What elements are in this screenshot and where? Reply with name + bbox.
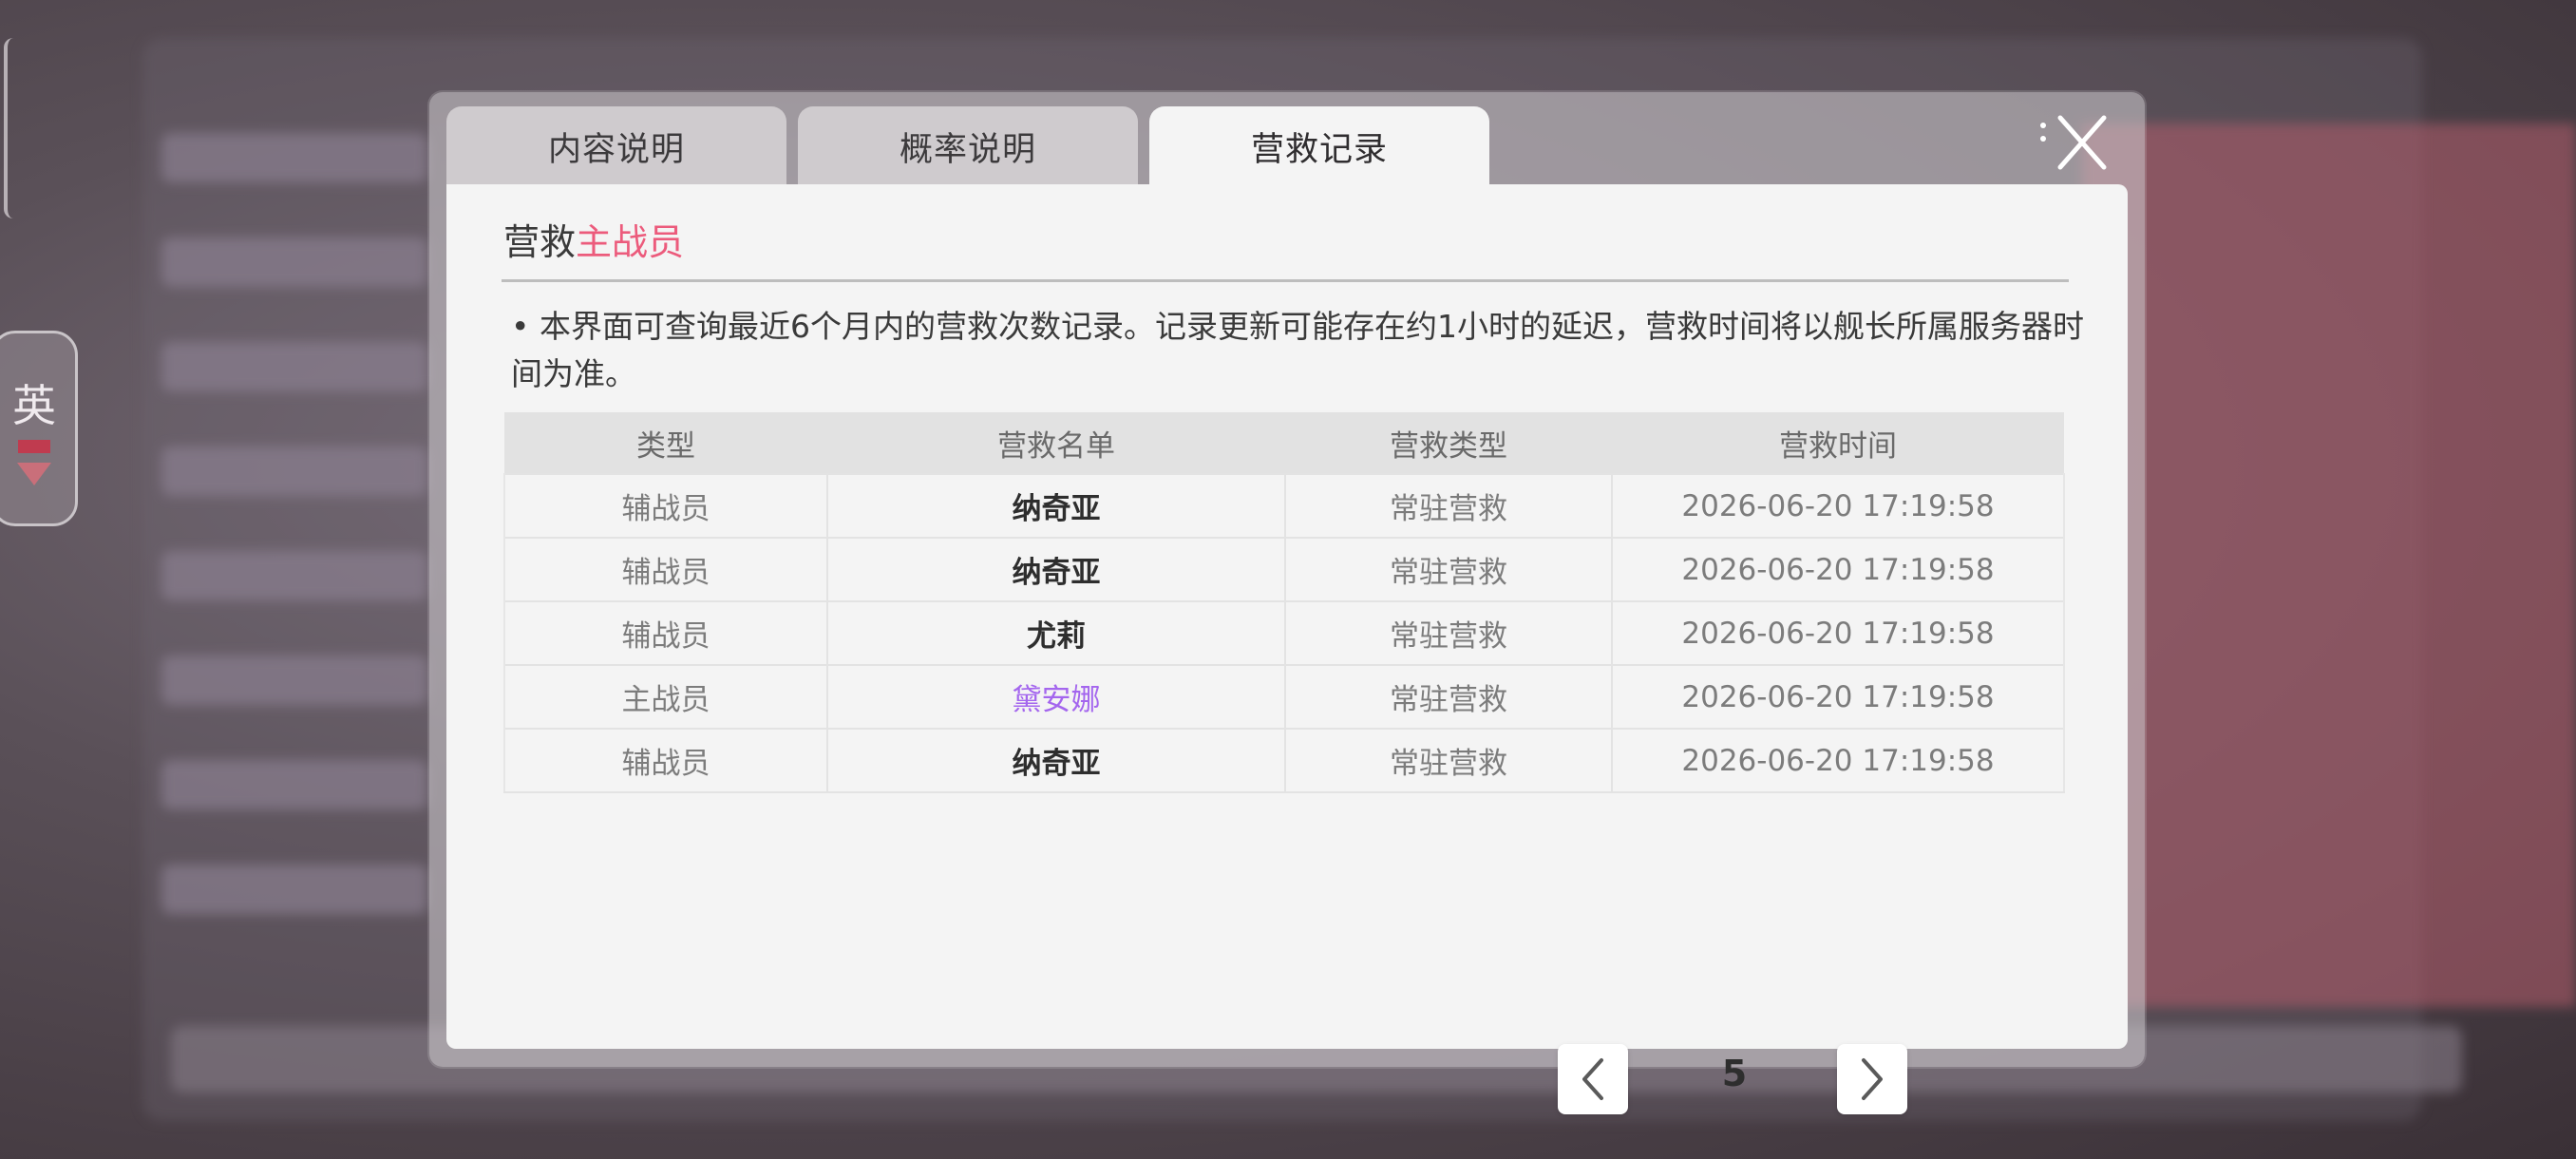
header-type: 类型 — [504, 412, 827, 474]
side-widget-tag — [18, 440, 50, 453]
next-page-button[interactable] — [1837, 1044, 1907, 1114]
header-rescue-type: 营救类型 — [1285, 412, 1612, 474]
close-button[interactable] — [2035, 109, 2111, 176]
side-widget-glyph: 英 — [12, 380, 56, 431]
tab-content-description[interactable]: 内容说明 — [446, 106, 786, 186]
record-note: • 本界面可查询最近6个月内的营救次数记录。记录更新可能存在约1小时的延迟，营救… — [511, 308, 2084, 392]
page-number: 5 — [1721, 1053, 1748, 1094]
close-icon — [2040, 115, 2107, 170]
cell-rescue-type: 常驻营救 — [1284, 728, 1612, 793]
cell-rescue-type: 常驻营救 — [1284, 537, 1612, 601]
section-divider — [502, 279, 2069, 282]
cell-name: 纳奇亚 — [826, 473, 1285, 538]
table-row: 辅战员 纳奇亚 常驻营救 2026-06-20 17:19:58 — [503, 473, 2065, 538]
table-header-row: 类型 营救名单 营救类型 营救时间 — [504, 412, 2064, 474]
table-row: 辅战员 纳奇亚 常驻营救 2026-06-20 17:19:58 — [503, 537, 2065, 601]
cell-time: 2026-06-20 17:19:58 — [1611, 600, 2065, 665]
cell-name: 纳奇亚 — [826, 728, 1285, 793]
cell-rescue-type: 常驻营救 — [1284, 473, 1612, 538]
rescue-record-dialog: 内容说明 概率说明 营救记录 营救主战员 • 本界面可查询最近6个月内的营救次数… — [429, 92, 2145, 1114]
header-rescue-list: 营救名单 — [827, 412, 1285, 474]
section-title-prefix: 营救 — [503, 221, 577, 263]
previous-page-button[interactable] — [1558, 1044, 1628, 1114]
tab-probability-description[interactable]: 概率说明 — [798, 106, 1138, 186]
edge-decoration — [4, 38, 13, 218]
cell-rescue-type: 常驻营救 — [1284, 664, 1612, 729]
chevron-right-icon — [1862, 1058, 1883, 1100]
cell-type: 辅战员 — [503, 600, 827, 665]
bookmark-icon — [17, 463, 51, 485]
cell-time: 2026-06-20 17:19:58 — [1611, 664, 2065, 729]
cell-time: 2026-06-20 17:19:58 — [1611, 537, 2065, 601]
cell-time: 2026-06-20 17:19:58 — [1611, 473, 2065, 538]
header-rescue-time: 营救时间 — [1612, 412, 2064, 474]
section-title-accent: 主战员 — [576, 221, 685, 263]
cell-type: 辅战员 — [503, 537, 827, 601]
rescue-record-panel: 营救主战员 • 本界面可查询最近6个月内的营救次数记录。记录更新可能存在约1小时… — [446, 184, 2128, 1114]
cell-name: 黛安娜 — [826, 664, 1285, 729]
cell-type: 辅战员 — [503, 473, 827, 538]
table-row: 辅战员 纳奇亚 常驻营救 2026-06-20 17:19:58 — [503, 728, 2065, 793]
cell-type: 辅战员 — [503, 728, 827, 793]
cell-time: 2026-06-20 17:19:58 — [1611, 728, 2065, 793]
cell-type: 主战员 — [503, 664, 827, 729]
floating-side-widget[interactable]: 英 — [0, 331, 78, 526]
cell-name: 尤莉 — [826, 600, 1285, 665]
cell-name: 纳奇亚 — [826, 537, 1285, 601]
table-row: 辅战员 尤莉 常驻营救 2026-06-20 17:19:58 — [503, 600, 2065, 665]
tab-rescue-record[interactable]: 营救记录 — [1149, 106, 1489, 186]
table-row: 主战员 黛安娜 常驻营救 2026-06-20 17:19:58 — [503, 664, 2065, 729]
chevron-left-icon — [1582, 1058, 1603, 1100]
cell-rescue-type: 常驻营救 — [1284, 600, 1612, 665]
section-title: 营救主战员 — [503, 213, 684, 265]
rescue-record-table: 类型 营救名单 营救类型 营救时间 辅战员 纳奇亚 常驻营救 2026-06-2… — [503, 412, 2065, 793]
